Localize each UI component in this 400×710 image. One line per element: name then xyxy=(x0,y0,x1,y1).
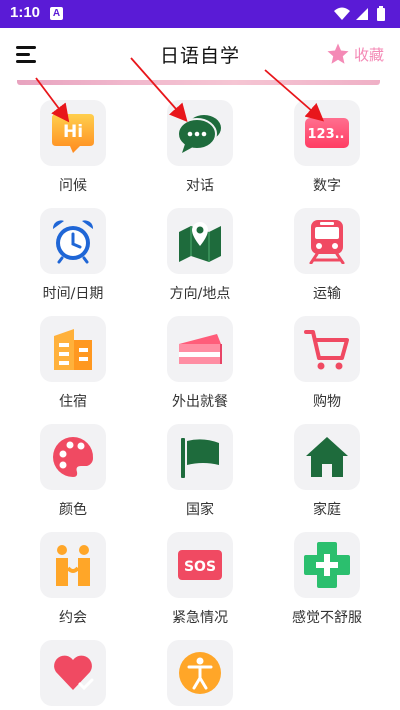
category-label: 运输 xyxy=(313,286,341,302)
category-dating[interactable]: 约会 xyxy=(13,524,133,626)
tile-background xyxy=(167,424,233,490)
tile-background xyxy=(294,532,360,598)
heart-hand-icon xyxy=(54,655,94,691)
greeting-hi-icon: Hi xyxy=(52,114,94,153)
category-accommodation[interactable]: 住宿 xyxy=(13,308,133,410)
star-icon xyxy=(327,43,349,64)
tile-background: 123.. xyxy=(294,100,360,166)
tile-background xyxy=(40,532,106,598)
category-numbers[interactable]: 123.. 数字 xyxy=(267,92,387,194)
svg-text:SOS: SOS xyxy=(184,559,216,575)
category-time-date[interactable]: 时间/日期 xyxy=(13,200,133,302)
house-icon xyxy=(306,437,348,477)
category-grid: Hi 问候 对话 123.. 数字 时间/日期 方向/地点 运输 住宿 外出就餐… xyxy=(0,92,400,710)
notification-icon: A xyxy=(50,7,63,20)
train-icon xyxy=(309,220,345,264)
category-label: 数字 xyxy=(313,178,341,194)
status-icons xyxy=(334,6,385,21)
favorites-button[interactable]: 收藏 xyxy=(326,41,384,67)
category-conversation[interactable]: 对话 xyxy=(140,92,260,194)
category-label: 紧急情况 xyxy=(172,610,228,626)
category-label: 购物 xyxy=(313,394,341,410)
category-direction-place[interactable]: 方向/地点 xyxy=(140,200,260,302)
category-emergency[interactable]: SOS 紧急情况 xyxy=(140,524,260,626)
category-colors[interactable]: 颜色 xyxy=(13,416,133,518)
category-label: 外出就餐 xyxy=(172,394,228,410)
category-label: 方向/地点 xyxy=(169,286,231,302)
category-label: 颜色 xyxy=(59,502,87,518)
cellular-signal-icon xyxy=(356,8,368,20)
alarm-clock-icon xyxy=(52,220,94,264)
couple-icon xyxy=(56,545,90,586)
numbers-123-icon: 123.. xyxy=(305,118,349,148)
category-label: 家庭 xyxy=(313,502,341,518)
category-family[interactable]: 家庭 xyxy=(267,416,387,518)
building-icon xyxy=(54,329,92,370)
tile-background xyxy=(294,316,360,382)
category-label: 时间/日期 xyxy=(42,286,104,302)
tile-background xyxy=(167,640,233,706)
battery-icon xyxy=(377,6,385,21)
tile-background xyxy=(167,316,233,382)
sos-icon: SOS xyxy=(178,550,222,580)
category-shopping[interactable]: 购物 xyxy=(267,308,387,410)
svg-text:123..: 123.. xyxy=(307,127,344,142)
category-countries[interactable]: 国家 xyxy=(140,416,260,518)
tile-background xyxy=(40,424,106,490)
category-label: 问候 xyxy=(59,178,87,194)
cake-icon xyxy=(179,334,222,364)
category-label: 住宿 xyxy=(59,394,87,410)
shopping-cart-icon xyxy=(304,330,349,370)
wifi-icon xyxy=(334,7,350,20)
status-bar: 1:10 A xyxy=(0,0,400,28)
flag-icon xyxy=(181,438,219,478)
banner-strip xyxy=(17,80,380,85)
favorites-label: 收藏 xyxy=(353,45,384,64)
tile-background xyxy=(167,208,233,274)
tile-background xyxy=(40,208,106,274)
category-label: 感觉不舒服 xyxy=(292,610,362,626)
category-feeling-unwell[interactable]: 感觉不舒服 xyxy=(267,524,387,626)
category-greeting[interactable]: Hi 问候 xyxy=(13,92,133,194)
category-label: 约会 xyxy=(59,610,87,626)
tile-background: SOS xyxy=(167,532,233,598)
app-bar: 日语自学 收藏 xyxy=(0,28,400,80)
category-label: 国家 xyxy=(186,502,214,518)
category-transport[interactable]: 运输 xyxy=(267,200,387,302)
tile-background xyxy=(294,208,360,274)
status-time: 1:10 xyxy=(10,4,41,21)
category-dining-out[interactable]: 外出就餐 xyxy=(140,308,260,410)
tile-background xyxy=(294,424,360,490)
tile-background: Hi xyxy=(40,100,106,166)
svg-text:Hi: Hi xyxy=(63,122,83,142)
tile-background xyxy=(167,100,233,166)
chat-bubble-icon xyxy=(177,115,221,153)
category-accessibility[interactable] xyxy=(140,632,260,710)
category-label: 对话 xyxy=(186,178,214,194)
medical-cross-icon xyxy=(304,542,350,588)
tile-background xyxy=(40,316,106,382)
map-pin-icon xyxy=(179,222,221,262)
palette-icon xyxy=(53,436,94,477)
tile-background xyxy=(40,640,106,706)
accessibility-person-icon xyxy=(179,652,221,694)
category-care[interactable] xyxy=(13,632,133,710)
